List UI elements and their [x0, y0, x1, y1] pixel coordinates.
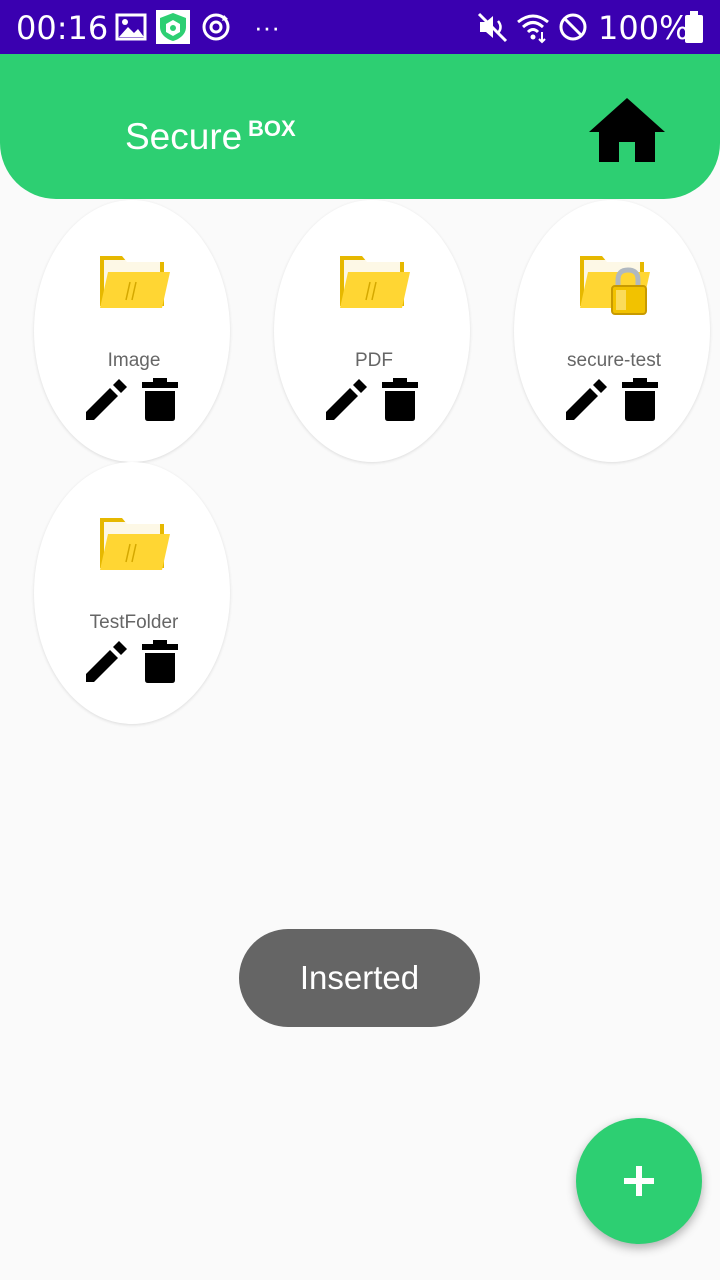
delete-icon[interactable] [380, 378, 420, 422]
locked-folder-icon [580, 256, 650, 315]
edit-icon[interactable] [324, 378, 368, 422]
app-title-superscript: BOX [248, 116, 296, 141]
battery-percentage: 100% [598, 9, 690, 47]
app-title: Secure [125, 116, 243, 157]
toast-message: Inserted [239, 929, 480, 1027]
edit-icon[interactable] [84, 378, 128, 422]
vibrate-icon [477, 12, 508, 43]
folder-card-image[interactable]: Image [34, 200, 230, 462]
status-time: 00:16 [16, 9, 109, 47]
folder-label: Image [107, 350, 161, 371]
sync-icon [202, 13, 230, 41]
delete-icon[interactable] [140, 378, 180, 422]
folder-card-pdf[interactable]: PDF [274, 200, 470, 462]
delete-icon[interactable] [620, 378, 660, 422]
folder-label: secure-test [567, 350, 661, 371]
folder-icon [100, 518, 170, 570]
edit-icon[interactable] [84, 640, 128, 684]
folder-card-secure-test[interactable]: secure-test [514, 200, 710, 462]
folder-icon [100, 256, 170, 308]
wifi-icon [517, 14, 549, 44]
home-icon[interactable] [588, 96, 666, 164]
plus-icon [624, 1166, 654, 1196]
add-folder-button[interactable] [576, 1118, 702, 1244]
folder-icon [340, 256, 410, 308]
folder-label: PDF [355, 350, 393, 371]
do-not-disturb-icon [559, 13, 587, 41]
edit-icon[interactable] [564, 378, 608, 422]
folder-card-testfolder[interactable]: TestFolder [34, 462, 230, 724]
app-shield-icon [156, 10, 190, 44]
folder-label: TestFolder [89, 612, 179, 633]
image-icon [115, 13, 147, 41]
delete-icon[interactable] [140, 640, 180, 684]
status-bar: 00:16 ··· 100% [0, 0, 720, 54]
battery-icon [685, 11, 703, 43]
more-notifications-indicator: ··· [254, 12, 280, 42]
